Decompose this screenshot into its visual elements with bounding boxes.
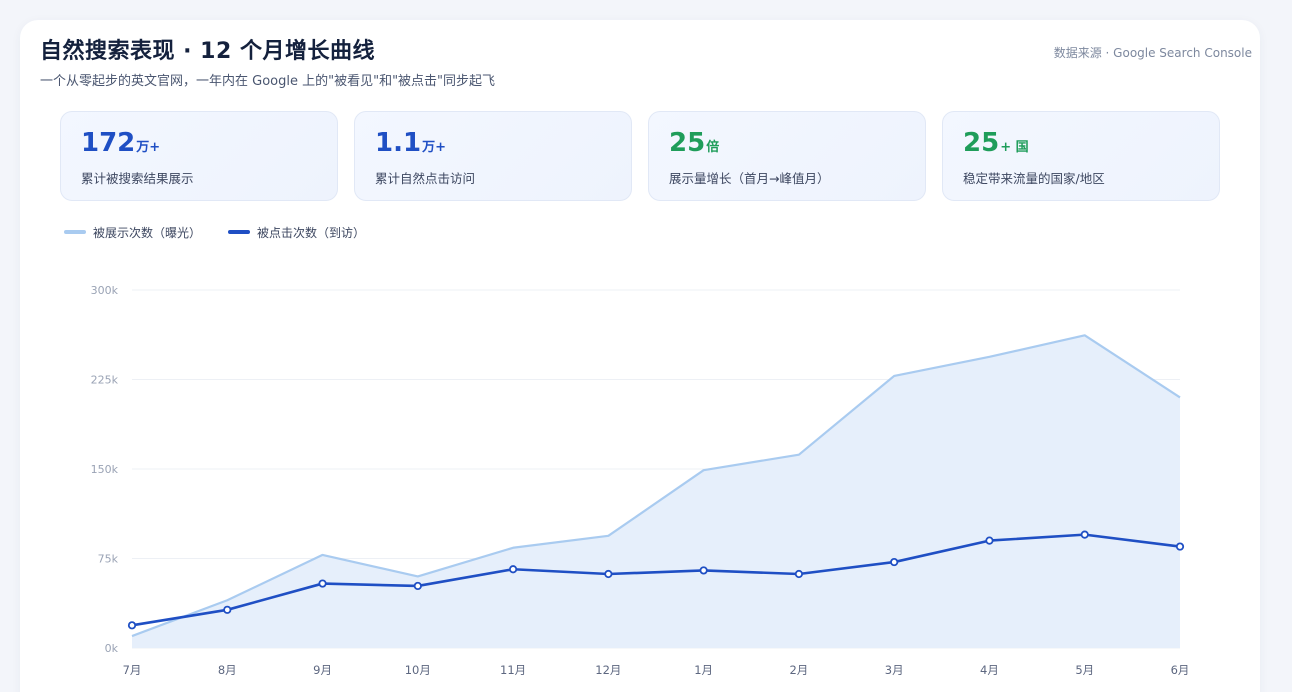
x-tick-label: 6月 — [1171, 663, 1190, 677]
y-tick-label: 150k — [91, 463, 119, 476]
clicks-point — [318, 579, 327, 588]
x-tick-label: 10月 — [405, 663, 431, 677]
clicks-point — [890, 557, 899, 567]
clicks-point — [413, 581, 422, 591]
x-tick-label: 11月 — [500, 663, 526, 677]
clicks-point — [127, 621, 137, 630]
impressions-area — [132, 335, 1180, 648]
y-tick-label: 0k — [105, 642, 119, 655]
clicks-point — [1080, 530, 1089, 539]
y-tick-label: 75k — [98, 553, 119, 566]
y-tick-label: 225k — [91, 374, 119, 387]
clicks-point — [985, 536, 994, 545]
line-chart: 0k 75k 150k 225k 300k 7月 8月 9月 10月 11月 12月 1月 2月 3月 4月… — [91, 284, 1190, 677]
x-tick-label: 1月 — [694, 663, 713, 677]
x-tick-label: 3月 — [885, 663, 904, 677]
x-tick-label: 9月 — [313, 663, 332, 677]
x-tick-label: 4月 — [980, 663, 999, 677]
clicks-point — [794, 569, 804, 579]
x-tick-label: 2月 — [789, 663, 808, 677]
clicks-point — [604, 569, 613, 579]
clicks-point — [1175, 542, 1185, 551]
clicks-point — [508, 565, 518, 574]
clicks-point — [223, 605, 232, 614]
x-tick-label: 12月 — [595, 663, 621, 677]
clicks-point — [699, 566, 708, 575]
y-tick-label: 300k — [91, 284, 119, 297]
x-tick-label: 7月 — [123, 663, 142, 677]
x-tick-label: 5月 — [1075, 663, 1094, 677]
x-tick-label: 8月 — [218, 663, 237, 677]
